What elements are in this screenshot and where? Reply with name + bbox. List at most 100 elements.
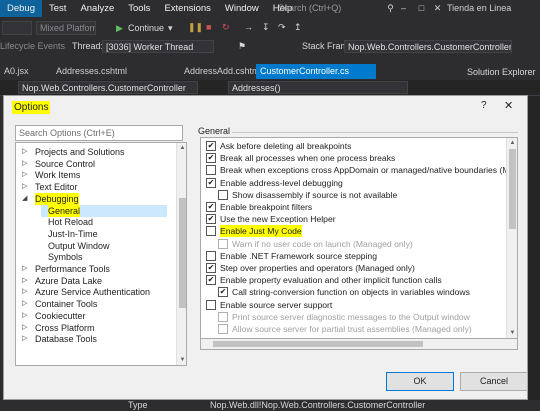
stack-frame-combo[interactable]: Nop.Web.Controllers.CustomerController: [344, 40, 512, 53]
tree-item-general[interactable]: General: [41, 204, 167, 217]
tab-customer-controller[interactable]: CustomerController.cs: [256, 64, 376, 79]
collapsed-arrow-icon[interactable]: ▷: [22, 181, 27, 193]
checkbox-checked[interactable]: ✔: [206, 263, 216, 273]
restart-icon[interactable]: ↻: [222, 22, 230, 33]
quick-launch-search[interactable]: Search (Ctrl+Q): [278, 2, 382, 15]
option-label: Enable source server support: [220, 299, 333, 310]
options-hscrollbar[interactable]: [200, 339, 518, 350]
checkbox-checked[interactable]: ✔: [206, 202, 216, 212]
scroll-down-icon[interactable]: ▼: [507, 328, 517, 338]
search-options-input[interactable]: [15, 125, 183, 141]
step-into-icon[interactable]: ↧: [262, 22, 270, 33]
menu-analyze[interactable]: Analyze: [73, 0, 121, 17]
continue-icon[interactable]: ▶: [116, 23, 123, 34]
menu-tools[interactable]: Tools: [121, 0, 157, 17]
help-button[interactable]: ?: [481, 100, 487, 111]
tab-addresses[interactable]: Addresses.cshtml: [52, 64, 152, 79]
platform-combo[interactable]: Mixed Platforms: [36, 21, 96, 35]
checkbox-unchecked[interactable]: [206, 165, 216, 176]
collapsed-arrow-icon[interactable]: ▷: [22, 298, 27, 310]
collapsed-arrow-icon[interactable]: ▷: [22, 146, 27, 158]
tab-address-add[interactable]: AddressAdd.cshtml: [180, 64, 262, 79]
tree-item-label: Projects and Solutions: [35, 147, 125, 157]
tree-scrollbar[interactable]: ▲ ▼: [176, 143, 186, 365]
show-next-statement-icon[interactable]: →: [244, 22, 253, 32]
close-button[interactable]: ✕: [504, 99, 513, 112]
close-window-icon[interactable]: ✕: [432, 3, 443, 14]
tree-scroll-thumb[interactable]: [179, 198, 186, 308]
collapsed-arrow-icon[interactable]: ▷: [22, 310, 27, 322]
tree-item-label: Cross Platform: [35, 322, 95, 333]
expanded-arrow-icon[interactable]: ◢: [22, 193, 27, 205]
tree-item-label: Container Tools: [35, 299, 98, 310]
options-hscroll-thumb[interactable]: [213, 341, 423, 347]
cancel-button[interactable]: Cancel: [460, 372, 528, 391]
option-label: Break when exceptions cross AppDomain or…: [220, 165, 515, 176]
collapsed-arrow-icon[interactable]: ▷: [22, 158, 27, 170]
ok-button[interactable]: OK: [386, 372, 454, 391]
checkbox-checked[interactable]: ✔: [206, 141, 216, 151]
checkbox-unchecked: [218, 324, 228, 334]
checkbox-unchecked: [218, 311, 228, 322]
checkbox-checked[interactable]: ✔: [218, 287, 228, 298]
thread-combo[interactable]: [3036] Worker Thread: [102, 40, 214, 53]
step-out-icon[interactable]: ↥: [294, 22, 302, 33]
option-label: Enable .NET Framework source stepping: [220, 250, 377, 261]
checkbox-checked[interactable]: ✔: [206, 275, 216, 286]
option-label: Allow source server for partial trust as…: [232, 324, 472, 334]
solution-explorer-title[interactable]: Solution Explorer: [467, 67, 536, 77]
checkbox-unchecked: [218, 238, 228, 249]
stop-icon[interactable]: ■: [206, 22, 211, 32]
tree-item-label: Symbols: [48, 252, 83, 263]
collapsed-arrow-icon[interactable]: ▷: [22, 333, 27, 345]
options-scroll-thumb[interactable]: [509, 149, 516, 229]
minimize-icon[interactable]: –: [398, 3, 409, 14]
collapsed-arrow-icon[interactable]: ▷: [22, 322, 27, 334]
menu-test[interactable]: Test: [42, 0, 73, 17]
tree-item-label: Text Editor: [35, 182, 78, 193]
option-label: Warn if no user code on launch (Managed …: [232, 238, 413, 249]
config-combo[interactable]: [2, 21, 32, 35]
tree-item-label: Azure Service Authentication: [35, 287, 151, 298]
tree-item-label: Source Control: [35, 158, 96, 169]
option-label: Enable address-level debugging: [220, 177, 343, 188]
collapsed-arrow-icon[interactable]: ▷: [22, 286, 27, 298]
scroll-down-icon[interactable]: ▼: [177, 355, 186, 365]
tree-item-label: Performance Tools: [35, 264, 110, 274]
restore-icon[interactable]: □: [416, 3, 427, 14]
checkbox-checked[interactable]: ✔: [206, 214, 216, 225]
menu-debug[interactable]: Debug: [0, 0, 42, 17]
thread-toolbar: Lifecycle Events Thread: [3036] Worker T…: [0, 39, 540, 55]
section-title: General: [198, 126, 231, 136]
member-combo[interactable]: Addresses(): [228, 81, 408, 94]
class-combo[interactable]: Nop.Web.Controllers.CustomerController: [18, 81, 198, 94]
checkbox-unchecked[interactable]: [206, 250, 216, 261]
option-label: Step over properties and operators (Mana…: [220, 263, 415, 273]
flag-icon[interactable]: ⚑: [238, 41, 246, 52]
break-all-icon[interactable]: ❚❚: [188, 22, 203, 33]
collapsed-arrow-icon[interactable]: ▷: [22, 169, 27, 181]
type-column-label: Type: [128, 400, 148, 410]
project-name: Tienda en Linea: [447, 3, 512, 13]
tree-item-label: Hot Reload: [48, 217, 94, 228]
checkbox-checked[interactable]: ✔: [206, 177, 216, 188]
options-scrollbar[interactable]: ▲ ▼: [506, 138, 517, 338]
checkbox-unchecked[interactable]: [206, 299, 216, 310]
menu-window[interactable]: Window: [218, 0, 266, 17]
search-icon: ⚲: [387, 3, 394, 13]
menu-extensions[interactable]: Extensions: [157, 0, 217, 17]
dropdown-icon[interactable]: ▾: [168, 23, 173, 34]
checkbox-unchecked[interactable]: [218, 189, 228, 200]
checkbox-unchecked[interactable]: [206, 226, 216, 237]
scroll-up-icon[interactable]: ▲: [177, 143, 186, 153]
tab-a0-jsx[interactable]: A0.jsx: [0, 64, 40, 79]
collapsed-arrow-icon[interactable]: ▷: [22, 263, 27, 275]
step-over-icon[interactable]: ↷: [278, 22, 286, 33]
scroll-up-icon[interactable]: ▲: [507, 138, 517, 148]
tree-item-label: Just-In-Time: [48, 228, 98, 239]
collapsed-arrow-icon[interactable]: ▷: [22, 275, 27, 287]
lifecycle-events-label[interactable]: Lifecycle Events: [0, 41, 65, 51]
tree-item-label: Work Items: [35, 170, 81, 181]
continue-button[interactable]: Continue: [128, 23, 164, 33]
checkbox-checked[interactable]: ✔: [206, 153, 216, 164]
